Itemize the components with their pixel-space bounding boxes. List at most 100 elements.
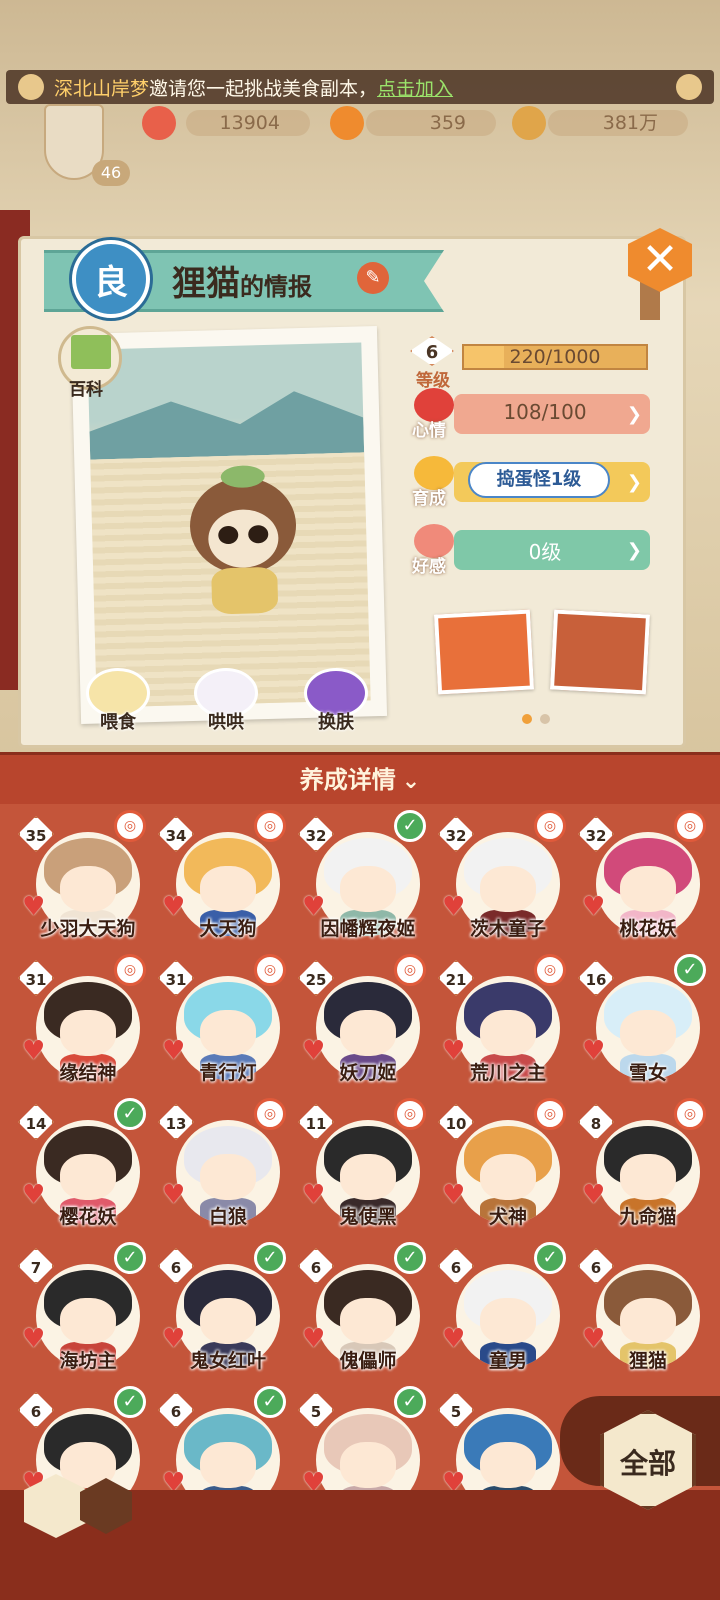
character-level: 25 — [298, 960, 334, 996]
favor-row[interactable]: 0级 好感 ❯ — [410, 524, 650, 577]
resource-stat-a: 13904 — [186, 110, 310, 136]
growth-label: 育成 — [412, 489, 446, 509]
join-link[interactable]: 点击加入 — [377, 74, 453, 101]
character-level: 34 — [158, 816, 194, 852]
resource-stat-c: 381万 — [548, 110, 688, 136]
growth-card-thumb[interactable] — [549, 609, 651, 695]
character-level: 32 — [298, 816, 334, 852]
character-cell[interactable]: 7 ♥ ✓ 海坊主 — [18, 1242, 146, 1390]
character-level: 16 — [578, 960, 614, 996]
page-dot — [540, 714, 550, 724]
character-level: 31 — [18, 960, 54, 996]
tanuki-illustration — [184, 456, 302, 615]
favor-label: 好感 — [412, 557, 446, 577]
character-cell[interactable]: 5 ♥ — [438, 1386, 562, 1490]
title-suffix: 的情报 — [240, 273, 312, 301]
character-cell[interactable]: 6 ♥ ✓ — [18, 1386, 146, 1490]
character-name: 九命猫 — [619, 1206, 677, 1228]
character-cell[interactable]: 14 ♥ ✓ 樱花妖 — [18, 1098, 146, 1246]
character-cell[interactable]: 6 ♥ ✓ 傀儡师 — [298, 1242, 426, 1390]
growth-row[interactable]: 捣蛋怪1级 育成 ❯ — [410, 456, 650, 509]
character-cell[interactable]: 16 ♥ ✓ 雪女 — [578, 954, 706, 1102]
check-icon: ✓ — [114, 1386, 146, 1418]
character-cell[interactable]: 31 ♥ ◎ 缘结神 — [18, 954, 146, 1102]
growth-card-thumb[interactable] — [433, 609, 535, 695]
food-request-icon: ◎ — [254, 954, 286, 986]
chevron-right-icon: ❯ — [626, 404, 642, 425]
character-cell[interactable]: 21 ♥ ◎ 荒川之主 — [438, 954, 566, 1102]
invite-banner[interactable]: 深北山岸梦 邀请您一起挑战美食副本， 点击加入 — [6, 70, 714, 104]
food-request-icon: ◎ — [534, 810, 566, 842]
heart-icon: ♥ — [302, 1468, 326, 1490]
character-name: 妖刀姬 — [339, 1062, 397, 1084]
character-name: 童男 — [488, 1350, 527, 1372]
character-cell[interactable]: 35 ♥ ◎ 少羽大天狗 — [18, 810, 146, 958]
character-cell[interactable]: 32 ♥ ◎ 茨木童子 — [438, 810, 566, 958]
character-cell[interactable]: 6 ♥ ✓ 鬼女红叶 — [158, 1242, 286, 1390]
character-level: 13 — [158, 1104, 194, 1140]
character-cell[interactable]: 11 ♥ ◎ 鬼使黑 — [298, 1098, 426, 1246]
exp-text: 220/1000 — [509, 346, 601, 368]
character-grid: 35 ♥ ◎ 少羽大天狗 34 ♥ ◎ 大天狗 32 ♥ ✓ 因幡辉夜姬 32 ♥ ◎ 茨木童子 32 ♥ ◎ 桃花妖… — [0, 804, 720, 1490]
page-dot-active — [522, 714, 532, 724]
invite-message: 邀请您一起挑战美食副本， — [149, 77, 378, 100]
character-level: 5 — [298, 1392, 334, 1428]
feed-button[interactable]: 喂食 — [86, 668, 150, 733]
mood-row[interactable]: 108/100 心情 ❯ — [410, 388, 650, 441]
character-level: 6 — [158, 1392, 194, 1428]
check-icon: ✓ — [254, 1242, 286, 1274]
check-icon: ✓ — [394, 1386, 426, 1418]
food-request-icon: ◎ — [254, 1098, 286, 1130]
character-cell[interactable]: 10 ♥ ◎ 犬神 — [438, 1098, 566, 1246]
character-name: 狸猫 — [172, 264, 240, 304]
character-level: 5 — [438, 1392, 474, 1428]
grade-badge: 良 — [72, 240, 150, 318]
character-cell[interactable]: 6 ♥ 狸猫 — [578, 1242, 702, 1390]
character-level: 10 — [438, 1104, 474, 1140]
coin-icon — [512, 106, 546, 140]
coax-label: 哄哄 — [208, 712, 244, 733]
character-level: 8 — [578, 1104, 614, 1140]
character-level: 14 — [18, 1104, 54, 1140]
food-request-icon: ◎ — [114, 954, 146, 986]
food-request-icon: ◎ — [534, 954, 566, 986]
resource-stat-b: 359 — [366, 110, 496, 136]
character-name: 桃花妖 — [619, 918, 677, 940]
detail-toggle[interactable]: 养成详情 ⌄ — [0, 752, 720, 804]
character-cell[interactable]: 31 ♥ ◎ 青行灯 — [158, 954, 286, 1102]
character-cell[interactable]: 34 ♥ ◎ 大天狗 — [158, 810, 286, 958]
character-cell[interactable]: 5 ♥ ✓ — [298, 1386, 426, 1490]
character-name: 傀儡师 — [339, 1350, 397, 1372]
character-photo — [70, 326, 388, 724]
food-request-icon: ◎ — [674, 1098, 706, 1130]
character-name: 缘结神 — [59, 1062, 117, 1084]
character-cell[interactable]: 8 ♥ ◎ 九命猫 — [578, 1098, 706, 1246]
character-cell[interactable]: 32 ♥ ✓ 因幡辉夜姬 — [298, 810, 426, 958]
check-icon: ✓ — [114, 1098, 146, 1130]
food-request-icon: ◎ — [394, 1098, 426, 1130]
character-cell[interactable]: 32 ♥ ◎ 桃花妖 — [578, 810, 706, 958]
food-request-icon: ◎ — [674, 810, 706, 842]
character-name: 大天狗 — [199, 918, 257, 940]
character-level: 21 — [438, 960, 474, 996]
food-icon — [142, 106, 176, 140]
skin-button[interactable]: 换肤 — [304, 668, 368, 733]
food-request-icon: ◎ — [534, 1098, 566, 1130]
stamina-icon — [330, 106, 364, 140]
check-icon: ✓ — [254, 1386, 286, 1418]
character-cell[interactable]: 25 ♥ ◎ 妖刀姬 — [298, 954, 426, 1102]
character-cell[interactable]: 6 ♥ ✓ — [158, 1386, 286, 1490]
encyclopedia-button[interactable]: 百科 — [58, 326, 122, 400]
photo-scene — [87, 342, 371, 708]
character-cell[interactable]: 13 ♥ ◎ 白狼 — [158, 1098, 286, 1246]
check-icon: ✓ — [114, 1242, 146, 1274]
coax-button[interactable]: 哄哄 — [194, 668, 258, 733]
character-name: 狸猫 — [628, 1350, 667, 1372]
chevron-right-icon: ❯ — [626, 540, 642, 561]
character-level: 6 — [158, 1248, 194, 1284]
edit-name-button[interactable]: ✎ — [357, 262, 389, 294]
character-name: 樱花妖 — [59, 1206, 117, 1228]
character-cell[interactable]: 6 ♥ ✓ 童男 — [438, 1242, 566, 1390]
character-level: 6 — [578, 1248, 614, 1284]
player-level-badge: 46 — [92, 160, 130, 186]
